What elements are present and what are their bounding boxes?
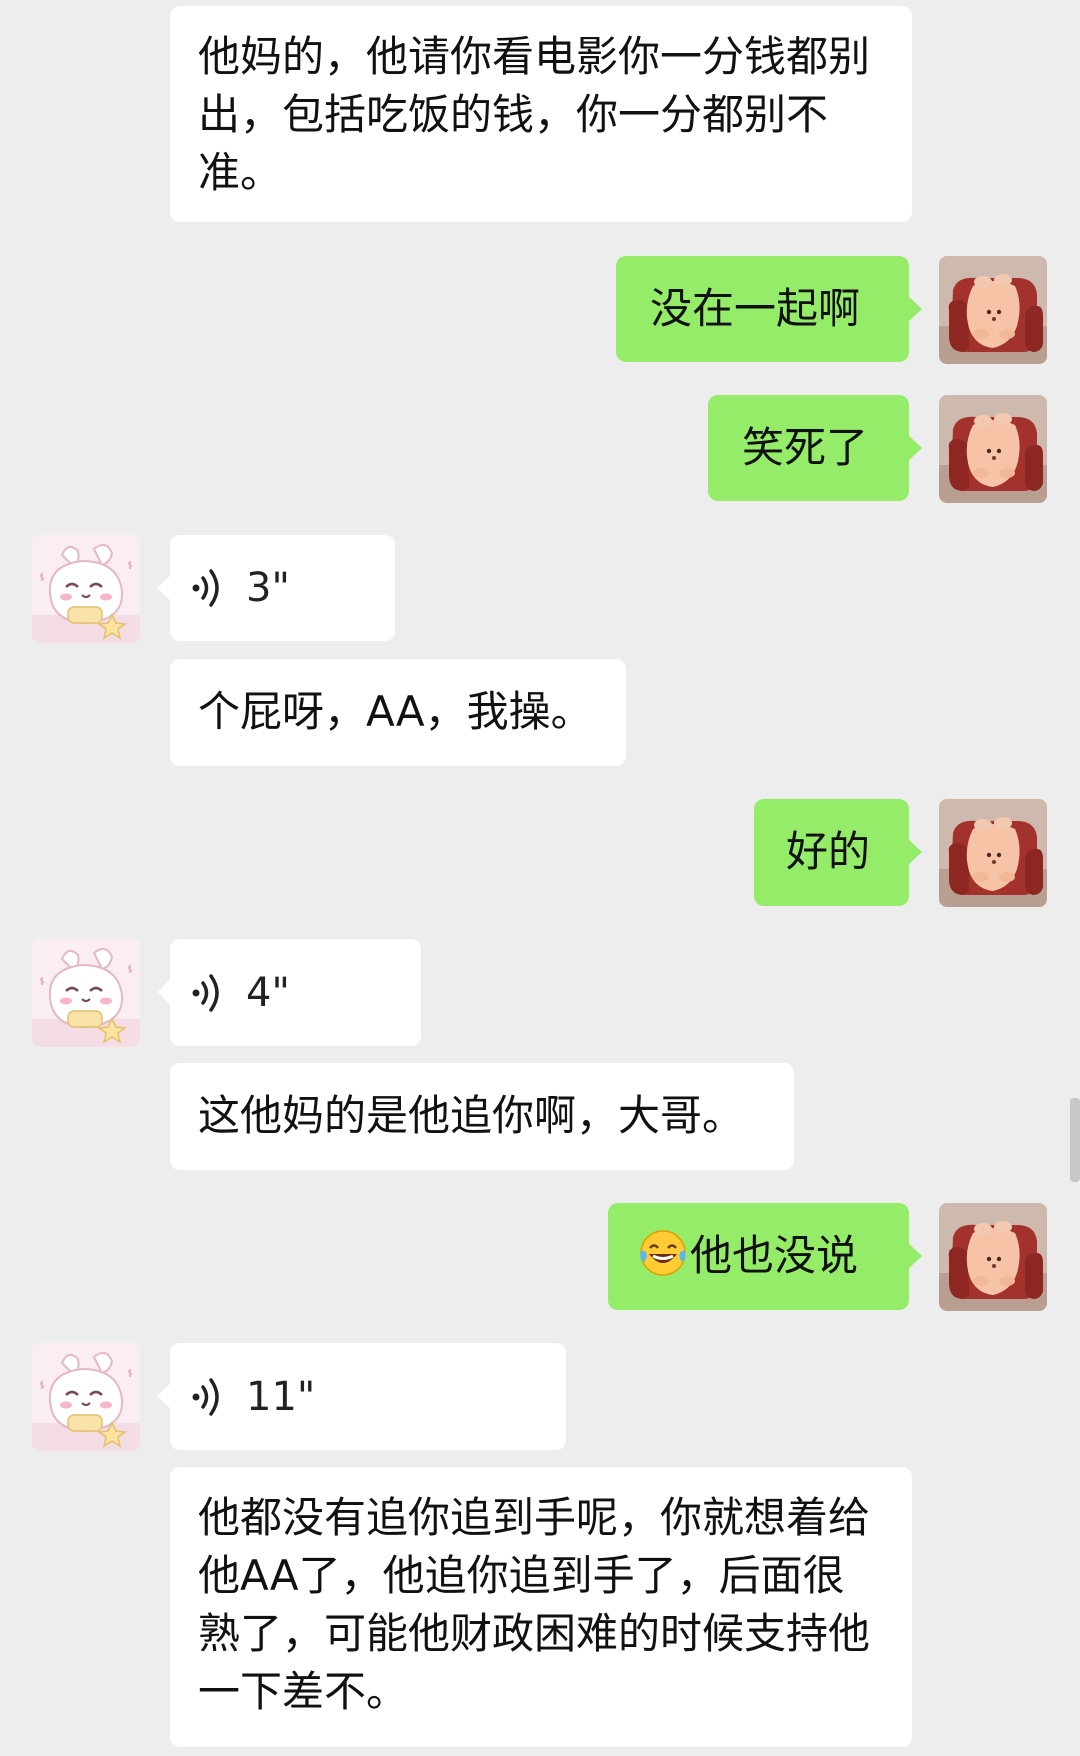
my-avatar[interactable] <box>939 256 1047 364</box>
voice-wave-icon <box>190 1375 228 1419</box>
voice-duration: 4" <box>246 969 290 1016</box>
message-bubble-received[interactable]: 他都没有追你追到手呢，你就想着给他AA了，他追你追到手了，后面很熟了，可能他财政… <box>170 1467 912 1747</box>
contact-avatar[interactable] <box>32 535 140 643</box>
voice-message[interactable]: 3" <box>157 535 395 641</box>
voice-duration: 11" <box>246 1373 316 1420</box>
voice-duration: 3" <box>246 565 290 611</box>
my-avatar[interactable] <box>939 799 1047 907</box>
scrollbar[interactable] <box>1070 1098 1080 1182</box>
voice-message[interactable]: 11" <box>157 1343 566 1450</box>
contact-avatar[interactable] <box>32 1343 140 1451</box>
message-text: 好的 <box>786 827 871 876</box>
message-text: 个屁呀，AA，我操。 <box>198 687 593 736</box>
message-text: 他也没说 <box>690 1231 859 1280</box>
message-bubble-sent[interactable]: 他也没说 <box>608 1203 922 1310</box>
message-text: 他妈的，他请你看电影你一分钱都别出，包括吃饭的钱，你一分都别不准。 <box>198 32 871 197</box>
voice-wave-icon <box>190 566 228 610</box>
voice-wave-icon <box>190 971 228 1015</box>
voice-message[interactable]: 4" <box>157 939 421 1046</box>
message-bubble-sent[interactable]: 没在一起啊 <box>616 256 922 362</box>
message-text: 这他妈的是他追你啊，大哥。 <box>198 1091 745 1140</box>
message-bubble-received[interactable]: 这他妈的是他追你啊，大哥。 <box>170 1063 794 1170</box>
message-bubble-sent[interactable]: 好的 <box>754 799 922 906</box>
my-avatar[interactable] <box>939 1203 1047 1311</box>
message-text: 没在一起啊 <box>650 284 861 333</box>
my-avatar[interactable] <box>939 395 1047 503</box>
message-text: 笑死了 <box>742 423 869 472</box>
chat-area[interactable]: 他妈的，他请你看电影你一分钱都别出，包括吃饭的钱，你一分都别不准。 没在一起啊 … <box>0 0 1080 1756</box>
laughing-tears-emoji-icon <box>640 1230 686 1276</box>
message-bubble-received[interactable]: 他妈的，他请你看电影你一分钱都别出，包括吃饭的钱，你一分都别不准。 <box>170 6 912 222</box>
message-text: 他都没有追你追到手呢，你就想着给他AA了，他追你追到手了，后面很熟了，可能他财政… <box>198 1493 871 1716</box>
contact-avatar[interactable] <box>32 939 140 1047</box>
message-bubble-received[interactable]: 个屁呀，AA，我操。 <box>170 659 626 766</box>
message-bubble-sent[interactable]: 笑死了 <box>708 395 922 501</box>
